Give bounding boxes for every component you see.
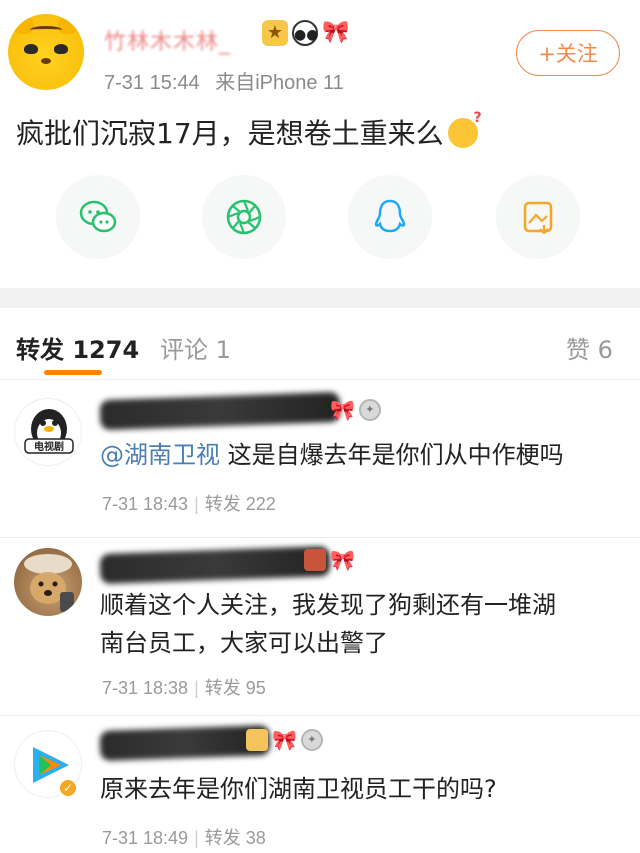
post-author-name[interactable]: 竹林木木林_ <box>104 24 266 55</box>
save-image-button[interactable] <box>496 175 580 259</box>
vip-badge-icon <box>304 549 326 571</box>
verified-icon: ✓ <box>58 778 78 798</box>
comment-body-line1: 顺着这个人关注，我发现了狗剩还有一堆湖 <box>100 591 556 619</box>
share-moments-button[interactable] <box>202 175 286 259</box>
share-wechat-button[interactable] <box>56 175 140 259</box>
post-meta: 7-31 15:44 来自iPhone 11 <box>104 66 344 95</box>
dog-avatar-icon <box>24 554 74 612</box>
mention-link[interactable]: @湖南卫视 <box>100 441 220 469</box>
thinking-emoji-icon <box>447 110 482 148</box>
tab-repost[interactable]: 转发 1274 <box>16 330 139 365</box>
avatar-stripe <box>30 26 62 34</box>
comment-text: 原来去年是你们湖南卫视员工干的吗? <box>100 770 497 808</box>
list-item[interactable]: ✓ 🎀 ✦ 原来去年是你们湖南卫视员工干的吗? 7-31 18:49 | 转发 38 <box>0 716 640 853</box>
list-item[interactable]: 电视剧 🎀 ✦ @湖南卫视 这是自爆去年是你们从中作梗吗 7-31 18:43 |… <box>0 380 640 538</box>
fan-badge-icon <box>246 729 268 751</box>
commenter-badges: 🎀 ✦ <box>330 398 381 422</box>
comment-text: 顺着这个人关注，我发现了狗剩还有一堆湖 南台员工，大家可以出警了 <box>100 586 556 662</box>
svg-text:电视剧: 电视剧 <box>34 440 64 453</box>
comment-body: 这是自爆去年是你们从中作梗吗 <box>220 441 564 469</box>
post-content: 疯批们沉寂17月，是想卷土重来么 <box>16 110 482 152</box>
commenter-name-redacted[interactable] <box>99 725 271 761</box>
avatar-nose <box>41 58 51 64</box>
bow-badge-icon: 🎀 <box>272 728 297 752</box>
tab-comment[interactable]: 评论 1 <box>160 330 231 365</box>
post-time: 7-31 15:44 <box>104 72 200 94</box>
commenter-name-redacted[interactable] <box>99 391 341 431</box>
post-source: 来自iPhone 11 <box>215 72 344 94</box>
save-image-icon <box>523 201 553 235</box>
section-divider <box>0 288 640 308</box>
comment-meta: 7-31 18:43 | 转发 222 <box>102 490 276 516</box>
commenter-badges: 🎀 <box>304 548 355 572</box>
commenter-badges: 🎀 ✦ <box>246 728 323 752</box>
meta-separator: | <box>194 678 199 698</box>
follow-button[interactable]: +关注 <box>516 30 620 76</box>
tab-repost-label: 转发 1274 <box>16 336 140 364</box>
share-bar <box>0 175 640 265</box>
bow-badge-icon: 🎀 <box>330 398 355 422</box>
share-qq-button[interactable] <box>348 175 432 259</box>
tab-like-label: 赞 6 <box>566 336 613 364</box>
list-item[interactable]: 🎀 顺着这个人关注，我发现了狗剩还有一堆湖 南台员工，大家可以出警了 7-31 … <box>0 538 640 716</box>
meta-separator: | <box>194 828 199 848</box>
meta-separator: | <box>194 494 199 514</box>
comment-time: 7-31 18:49 <box>102 828 189 848</box>
bow-badge-icon: 🎀 <box>322 20 350 45</box>
avatar[interactable]: 电视剧 <box>14 398 82 466</box>
active-tab-indicator <box>44 370 102 375</box>
commenter-name-redacted[interactable] <box>99 545 331 585</box>
medal-badge-icon: ✦ <box>358 399 381 421</box>
comment-meta: 7-31 18:49 | 转发 38 <box>102 824 266 850</box>
panda-badge-icon: ●● <box>292 20 318 46</box>
moments-icon <box>226 199 262 235</box>
comment-body: 原来去年是你们湖南卫视员工干的吗? <box>100 775 497 803</box>
avatar-eye-left <box>24 44 38 54</box>
wechat-icon <box>79 200 117 233</box>
comment-repost-count[interactable]: 转发 95 <box>205 678 266 698</box>
tab-like[interactable]: 赞 6 <box>566 330 613 365</box>
comment-repost-count[interactable]: 转发 38 <box>205 828 266 848</box>
follow-button-label: +关注 <box>538 42 598 66</box>
fan-badge-icon: ★ <box>262 20 288 46</box>
comment-text: @湖南卫视 这是自爆去年是你们从中作梗吗 <box>100 436 564 474</box>
weibo-post: 竹林木木林_ ★ ●● 🎀 7-31 15:44 来自iPhone 11 +关注… <box>0 0 640 288</box>
post-author-badges: ★ ●● 🎀 <box>262 20 350 46</box>
post-content-text: 疯批们沉寂17月，是想卷土重来么 <box>16 117 444 150</box>
avatar-eye-right <box>54 44 68 54</box>
comment-meta: 7-31 18:38 | 转发 95 <box>102 674 266 700</box>
medal-badge-icon: ✦ <box>300 729 323 751</box>
post-author-name-text: 竹林木木林_ <box>104 30 232 55</box>
qq-icon <box>374 199 406 233</box>
comment-repost-count[interactable]: 转发 222 <box>205 494 276 514</box>
comment-time: 7-31 18:43 <box>102 494 189 514</box>
tab-comment-label: 评论 1 <box>160 336 231 364</box>
interaction-tabs: 转发 1274 评论 1 赞 6 <box>0 308 640 380</box>
comment-body-line2: 南台员工，大家可以出警了 <box>100 629 388 657</box>
post-author-avatar[interactable] <box>8 14 84 90</box>
bow-badge-icon: 🎀 <box>330 548 355 572</box>
comment-time: 7-31 18:38 <box>102 678 189 698</box>
avatar[interactable] <box>14 548 82 616</box>
penguin-logo-icon: 电视剧 <box>24 409 74 454</box>
